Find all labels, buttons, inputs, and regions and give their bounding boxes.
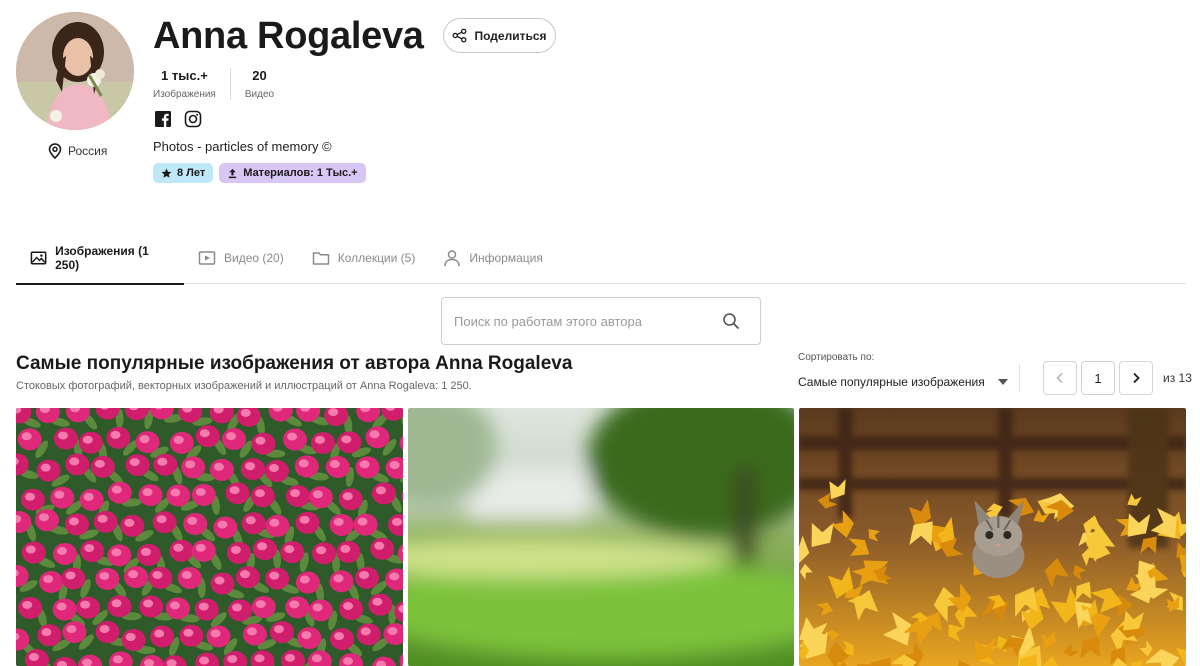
tab-info[interactable]: Информация (429, 232, 556, 284)
stat-videos-value: 20 (252, 68, 267, 83)
stat-videos-label: Видео (244, 89, 275, 100)
tab-collections-label: Коллекции (5) (337, 251, 416, 265)
image-icon (30, 251, 47, 265)
author-search-input[interactable] (442, 298, 722, 344)
share-label: Поделиться (474, 28, 547, 43)
toolbar-divider (1019, 364, 1020, 392)
chevron-right-icon (1133, 372, 1140, 384)
facebook-icon[interactable] (154, 110, 172, 128)
upload-icon (229, 168, 237, 178)
prev-page-button[interactable] (1043, 361, 1077, 395)
stat-images[interactable]: 1 тыс.+ Изображения (153, 68, 230, 100)
author-name: Anna Rogaleva (153, 15, 424, 57)
sort-dropdown[interactable]: Самые популярные изображения (798, 372, 1008, 392)
stat-images-value: 1 тыс.+ (161, 68, 208, 83)
chevron-left-icon (1056, 372, 1063, 384)
location-text: Россия (68, 144, 108, 158)
tab-images[interactable]: Изображения (1 250) (16, 232, 184, 285)
next-page-button[interactable] (1119, 361, 1153, 395)
video-icon (198, 251, 216, 265)
caret-down-icon (998, 379, 1008, 385)
social-links (154, 110, 202, 128)
stat-videos[interactable]: 20 Видео (229, 68, 288, 100)
author-search-box (441, 297, 761, 345)
author-badges: 8 Лет Материалов: 1 Тыс.+ (153, 163, 366, 183)
author-avatar (16, 12, 134, 130)
pagination: из 13 (1043, 361, 1192, 395)
section-subtitle: Стоковых фотографий, векторных изображен… (16, 380, 472, 392)
star-icon (161, 168, 172, 178)
user-icon (444, 250, 461, 267)
avatar-photo (16, 12, 134, 130)
share-icon (453, 28, 467, 43)
sort-label: Сортировать по: (798, 352, 875, 363)
share-button[interactable]: Поделиться (443, 18, 556, 53)
kitten-photo (799, 408, 1187, 666)
park-photo (407, 408, 795, 666)
stat-images-label: Изображения (153, 89, 216, 100)
instagram-icon[interactable] (184, 110, 202, 128)
image-gallery (16, 408, 1187, 666)
folder-icon (312, 252, 329, 265)
section-title: Самые популярные изображения от автора A… (16, 353, 573, 374)
tab-videos-label: Видео (20) (224, 251, 284, 265)
search-icon[interactable] (722, 312, 740, 330)
gallery-image-tulips[interactable] (16, 408, 403, 666)
badge-years-label: 8 Лет (177, 167, 206, 179)
tulips-photo (16, 408, 403, 666)
tab-images-label: Изображения (1 250) (55, 244, 149, 272)
total-pages: из 13 (1163, 371, 1192, 385)
tab-info-label: Информация (469, 251, 543, 265)
author-stats: 1 тыс.+ Изображения 20 Видео (153, 68, 288, 100)
badge-years: 8 Лет (153, 163, 214, 183)
tab-collections[interactable]: Коллекции (5) (298, 232, 430, 284)
badge-uploads: Материалов: 1 Тыс.+ (219, 163, 366, 183)
page-number-input[interactable] (1081, 361, 1115, 395)
author-bio: Photos - particles of memory © (153, 139, 332, 154)
tab-videos[interactable]: Видео (20) (184, 232, 298, 284)
content-tabs: Изображения (1 250) Видео (20) Коллекции… (16, 232, 1186, 285)
author-location: Россия (48, 143, 107, 159)
sort-selected-value: Самые популярные изображения (798, 375, 985, 389)
badge-uploads-label: Материалов: 1 Тыс.+ (243, 167, 358, 179)
gallery-image-park[interactable] (407, 408, 795, 666)
gallery-image-kitten[interactable] (799, 408, 1187, 666)
map-pin-icon (48, 143, 62, 159)
